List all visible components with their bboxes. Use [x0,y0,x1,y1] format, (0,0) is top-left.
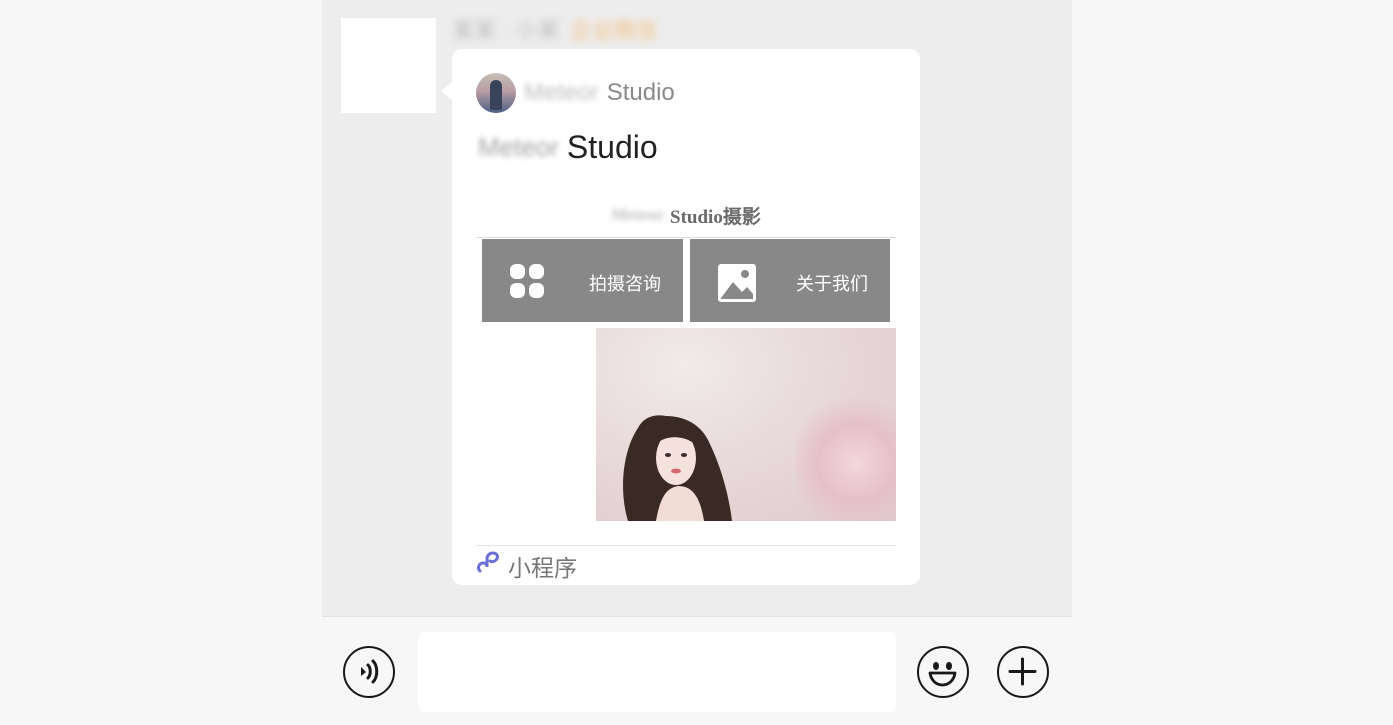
card-footer: 小程序 [476,549,577,583]
preview-heading-text: Studio摄影 [670,206,761,228]
card-title-blurred: Meteor [478,132,559,162]
voice-button[interactable] [343,646,395,698]
card-title-text: Studio [566,129,658,165]
image-icon [718,264,756,307]
source-avatar [476,73,516,113]
tile-about-label: 关于我们 [796,274,868,294]
plus-button[interactable] [997,646,1049,698]
mini-program-icon [476,551,500,581]
sender-name: 某某 · 小某 [452,18,560,43]
source-name-text: Studio [606,79,675,106]
sender-line: 某某 · 小某 企业微信 [452,14,658,44]
tile-consult-label: 拍摄咨询 [589,274,661,294]
tile-about[interactable]: 关于我们 [690,239,890,322]
emoji-button[interactable] [917,646,969,698]
preview-photo [596,328,896,521]
sender-avatar[interactable] [341,18,436,113]
input-bar [322,616,1072,725]
source-name: Meteor Studio [524,79,675,107]
card-title: Meteor Studio [478,129,658,166]
mini-program-card[interactable]: Meteor Studio Meteor Studio Meteor Studi… [452,49,920,585]
footer-label: 小程序 [508,555,577,581]
tile-consult[interactable]: 拍摄咨询 [482,239,683,322]
preview-heading: Meteor Studio摄影 [476,193,896,238]
card-source: Meteor Studio [476,73,675,113]
preview-heading-blurred: Meteor [611,205,665,224]
message-input[interactable] [418,632,896,712]
card-divider [476,545,896,546]
sender-tag: 企业微信 [569,18,658,43]
grid-icon [510,264,544,303]
source-name-blurred: Meteor [524,79,599,106]
